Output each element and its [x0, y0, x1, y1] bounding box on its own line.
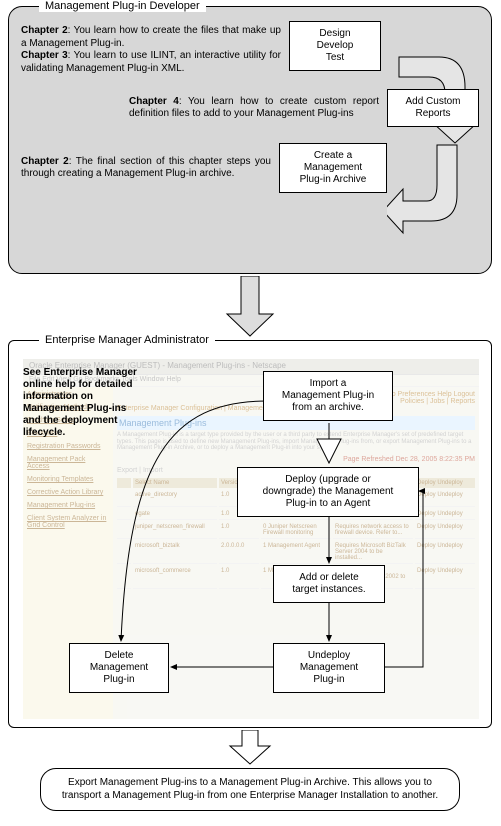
import-node: Import a Management Plug-in from an arch…	[263, 371, 393, 421]
arrow-admin-to-export	[228, 730, 272, 766]
ch4-label: Chapter 4	[129, 96, 179, 107]
create-archive-box: Create a Management Plug-in Archive	[279, 143, 387, 193]
arrow-developer-to-admin	[225, 276, 275, 338]
undeploy-node: Undeploy Management Plug-in	[273, 643, 385, 693]
arrow-reports-to-archive	[387, 135, 497, 245]
ch2-label: Chapter 2	[21, 25, 68, 36]
export-box: Export Management Plug-ins to a Manageme…	[40, 768, 460, 811]
dev-row3-text: Chapter 2: The final section of this cha…	[21, 152, 271, 185]
delete-node: Delete Management Plug-in	[69, 643, 169, 693]
ch2b-label: Chapter 2	[21, 156, 69, 167]
add-custom-reports-box: Add Custom Reports	[387, 89, 479, 127]
admin-help-text: See Enterprise Manager online help for d…	[23, 367, 143, 439]
dev-row1-text: Chapter 2: You learn how to create the f…	[21, 21, 281, 79]
admin-box: Enterprise Manager Administrator Oracle …	[8, 340, 492, 728]
arrow-design-to-reports	[369, 27, 479, 147]
developer-box: Management Plug-in Developer Chapter 2: …	[8, 6, 492, 274]
design-develop-test-box: Design Develop Test	[289, 21, 381, 71]
ch3-label: Chapter 3	[21, 50, 68, 61]
developer-legend: Management Plug-in Developer	[39, 0, 206, 12]
dev-row-2: Chapter 4: You learn how to create custo…	[21, 89, 479, 127]
dev-row2-text: Chapter 4: You learn how to create custo…	[129, 92, 379, 125]
addremove-node: Add or delete target instances.	[273, 565, 385, 603]
deploy-node: Deploy (upgrade or downgrade) the Manage…	[237, 467, 419, 517]
